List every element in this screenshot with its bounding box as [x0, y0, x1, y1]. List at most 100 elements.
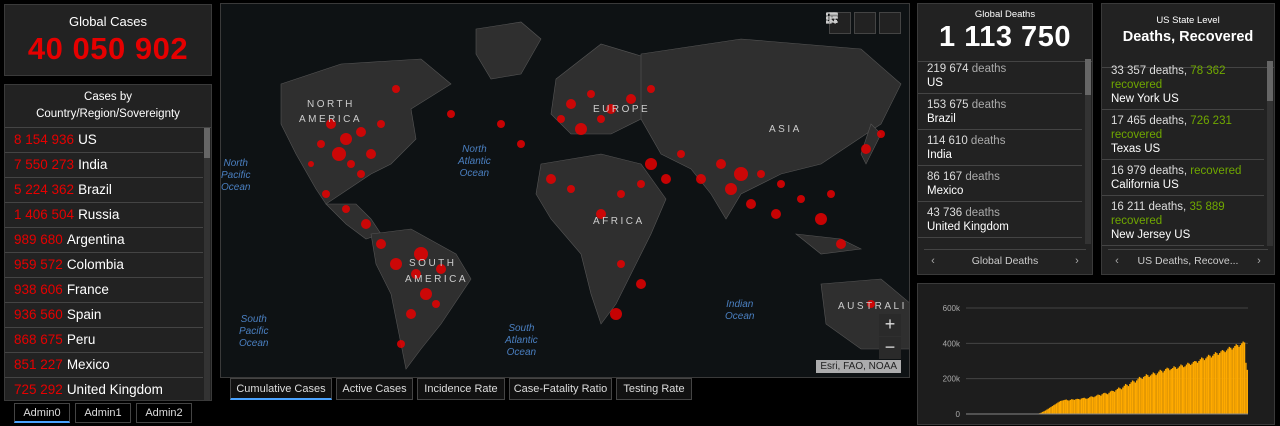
tab-incidence-rate[interactable]: Incidence Rate [417, 378, 505, 400]
hotspot[interactable] [347, 160, 355, 168]
chart-bar [1070, 400, 1071, 414]
chevron-right-icon[interactable]: › [1068, 255, 1086, 267]
hotspot[interactable] [637, 180, 645, 188]
state-row[interactable]: 16 979 deaths, recoveredCalifornia US [1102, 160, 1264, 196]
chevron-right-icon[interactable]: › [1250, 255, 1268, 267]
hotspot[interactable] [366, 149, 376, 159]
deaths-row[interactable]: 86 167 deathsMexico [918, 166, 1082, 202]
hotspot[interactable] [308, 161, 314, 167]
hotspot[interactable] [716, 159, 726, 169]
hotspot[interactable] [317, 140, 325, 148]
hotspot[interactable] [815, 213, 827, 225]
state-row[interactable]: 17 465 deaths, 726 231 recoveredTexas US [1102, 110, 1264, 160]
country-row[interactable]: 5 224 362Brazil [5, 178, 203, 203]
hotspot[interactable] [546, 174, 556, 184]
hotspot[interactable] [566, 99, 576, 109]
hotspot[interactable] [877, 130, 885, 138]
map-canvas[interactable] [221, 4, 910, 378]
list-icon[interactable] [854, 12, 876, 34]
deaths-row[interactable]: 153 675 deathsBrazil [918, 94, 1082, 130]
hotspot[interactable] [587, 90, 595, 98]
chevron-left-icon[interactable]: ‹ [924, 255, 942, 267]
hotspot[interactable] [677, 150, 685, 158]
country-list-scrollbar[interactable] [204, 128, 210, 401]
hotspot[interactable] [797, 195, 805, 203]
world-map[interactable]: NORTH AMERICA SOUTH AMERICA EUROPE ASIA … [220, 3, 910, 378]
hotspot[interactable] [340, 133, 352, 145]
hotspot[interactable] [390, 258, 402, 270]
tab-admin1[interactable]: Admin1 [75, 403, 131, 423]
hotspot[interactable] [376, 239, 386, 249]
qr-icon[interactable] [879, 12, 901, 34]
scrollbar-thumb[interactable] [204, 128, 210, 158]
hotspot[interactable] [557, 115, 565, 123]
deaths-row[interactable]: 114 610 deathsIndia [918, 130, 1082, 166]
hotspot[interactable] [645, 158, 657, 170]
country-row[interactable]: 959 572Colombia [5, 253, 203, 278]
hotspot[interactable] [636, 279, 646, 289]
chart-bar [1114, 392, 1115, 414]
chart-bar [1144, 376, 1145, 414]
hotspot[interactable] [617, 260, 625, 268]
hotspot[interactable] [746, 199, 756, 209]
scrollbar-thumb[interactable] [1085, 59, 1091, 95]
country-row[interactable]: 868 675Peru [5, 328, 203, 353]
hotspot[interactable] [497, 120, 505, 128]
country-row[interactable]: 725 292United Kingdom [5, 378, 203, 401]
hotspot[interactable] [777, 180, 785, 188]
scrollbar-thumb[interactable] [1267, 61, 1273, 101]
hotspot[interactable] [757, 170, 765, 178]
hotspot[interactable] [356, 127, 366, 137]
hotspot[interactable] [647, 85, 655, 93]
country-row[interactable]: 8 154 936US [5, 128, 203, 153]
tab-active-cases[interactable]: Active Cases [336, 378, 413, 400]
chevron-left-icon[interactable]: ‹ [1108, 255, 1126, 267]
hotspot[interactable] [725, 183, 737, 195]
deaths-row[interactable]: 43 736 deathsUnited Kingdom [918, 202, 1082, 238]
tab-admin0[interactable]: Admin0 [14, 403, 70, 423]
hotspot[interactable] [420, 288, 432, 300]
hotspot[interactable] [836, 239, 846, 249]
hotspot[interactable] [617, 190, 625, 198]
country-row[interactable]: 851 227Mexico [5, 353, 203, 378]
hotspot[interactable] [432, 300, 440, 308]
tab-testing-rate[interactable]: Testing Rate [616, 378, 692, 400]
hotspot[interactable] [827, 190, 835, 198]
country-row[interactable]: 938 606France [5, 278, 203, 303]
state-row[interactable]: 16 211 deaths, 35 889 recoveredNew Jerse… [1102, 196, 1264, 246]
tab-admin2[interactable]: Admin2 [136, 403, 192, 423]
hotspot[interactable] [357, 170, 365, 178]
hotspot[interactable] [661, 174, 671, 184]
state-list-scrollbar[interactable] [1267, 61, 1273, 246]
hotspot[interactable] [406, 309, 416, 319]
tab-case-fatality-ratio[interactable]: Case-Fatality Ratio [509, 378, 612, 400]
hotspot[interactable] [567, 185, 575, 193]
hotspot[interactable] [322, 190, 330, 198]
zoom-in-button[interactable]: + [879, 314, 901, 336]
hotspot[interactable] [861, 144, 871, 154]
deaths-row[interactable]: 219 674 deathsUS [918, 58, 1082, 94]
hotspot[interactable] [392, 85, 400, 93]
hotspot[interactable] [597, 115, 605, 123]
hotspot[interactable] [517, 140, 525, 148]
hotspot[interactable] [610, 308, 622, 320]
hotspot[interactable] [696, 174, 706, 184]
country-row[interactable]: 936 560Spain [5, 303, 203, 328]
deaths-list-scrollbar[interactable] [1085, 59, 1091, 244]
state-row[interactable]: 33 357 deaths, 78 362 recoveredNew York … [1102, 60, 1264, 110]
hotspot[interactable] [377, 120, 385, 128]
hotspot[interactable] [734, 167, 748, 181]
zoom-out-button[interactable]: − [879, 337, 901, 359]
hotspot[interactable] [447, 110, 455, 118]
country-row[interactable]: 7 550 273India [5, 153, 203, 178]
hotspot[interactable] [361, 219, 371, 229]
hotspot[interactable] [626, 94, 636, 104]
hotspot[interactable] [397, 340, 405, 348]
country-row[interactable]: 1 406 504Russia [5, 203, 203, 228]
hotspot[interactable] [575, 123, 587, 135]
country-row[interactable]: 989 680Argentina [5, 228, 203, 253]
hotspot[interactable] [332, 147, 346, 161]
hotspot[interactable] [342, 205, 350, 213]
tab-cumulative-cases[interactable]: Cumulative Cases [230, 378, 332, 400]
hotspot[interactable] [771, 209, 781, 219]
